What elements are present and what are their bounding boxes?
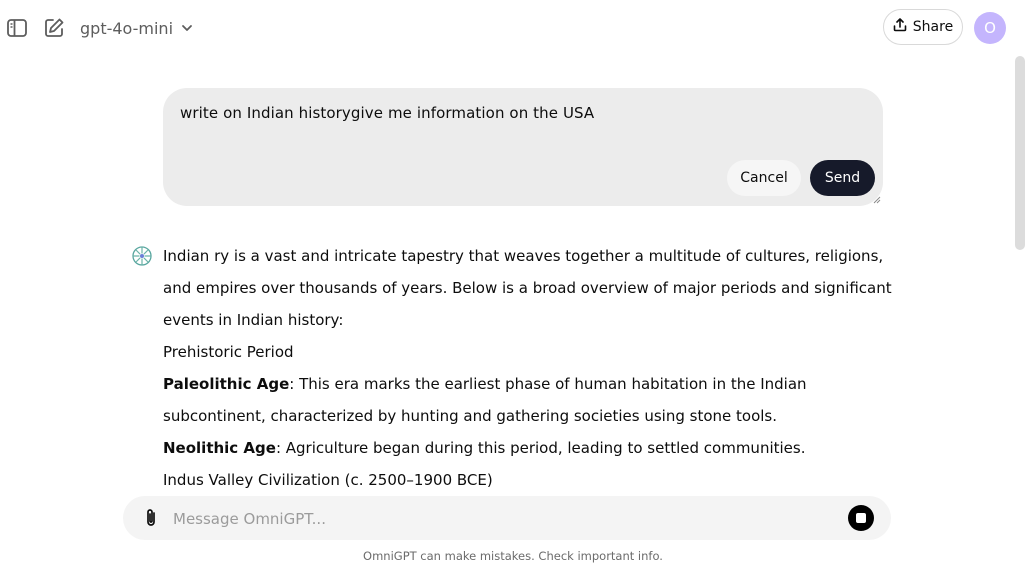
share-label: Share <box>912 19 954 35</box>
send-button[interactable]: Send <box>810 160 875 196</box>
stop-button[interactable] <box>848 505 874 531</box>
response-heading-prehistoric: Prehistoric Period <box>163 343 294 361</box>
resize-handle-icon[interactable] <box>873 196 881 204</box>
scrollbar-thumb[interactable] <box>1015 56 1025 250</box>
paperclip-icon[interactable] <box>139 506 163 530</box>
edit-message-box[interactable]: write on Indian historygive me informati… <box>163 88 883 206</box>
stop-icon <box>856 513 866 523</box>
neolithic-term: Neolithic Age <box>163 439 276 457</box>
top-bar: gpt-4o-mini Share O <box>0 0 1026 56</box>
chevron-down-icon <box>181 19 193 38</box>
message-composer <box>123 496 891 540</box>
cancel-button[interactable]: Cancel <box>727 160 801 196</box>
assistant-logo-icon <box>131 245 153 267</box>
new-chat-icon[interactable] <box>42 16 66 40</box>
user-avatar[interactable]: O <box>974 12 1006 44</box>
share-icon <box>893 18 907 36</box>
neolithic-text: : Agriculture began during this period, … <box>275 439 806 457</box>
share-button[interactable]: Share <box>883 9 963 45</box>
edit-message-text[interactable]: write on Indian historygive me informati… <box>180 104 594 122</box>
assistant-response: Indian ry is a vast and intricate tapest… <box>163 240 893 496</box>
disclaimer: OmniGPT can make mistakes. Check importa… <box>363 549 663 563</box>
model-selector[interactable]: gpt-4o-mini <box>80 17 193 39</box>
message-input[interactable] <box>171 502 835 536</box>
paleolithic-term: Paleolithic Age <box>163 375 290 393</box>
response-intro: Indian ry is a vast and intricate tapest… <box>163 247 892 329</box>
response-heading-indus: Indus Valley Civilization (c. 2500–1900 … <box>163 471 493 489</box>
response-item-paleolithic: Paleolithic Age: This era marks the earl… <box>163 368 893 432</box>
sidebar-toggle-icon[interactable] <box>5 16 29 40</box>
model-name: gpt-4o-mini <box>80 18 174 38</box>
response-item-neolithic: Neolithic Age: Agriculture began during … <box>163 432 893 464</box>
